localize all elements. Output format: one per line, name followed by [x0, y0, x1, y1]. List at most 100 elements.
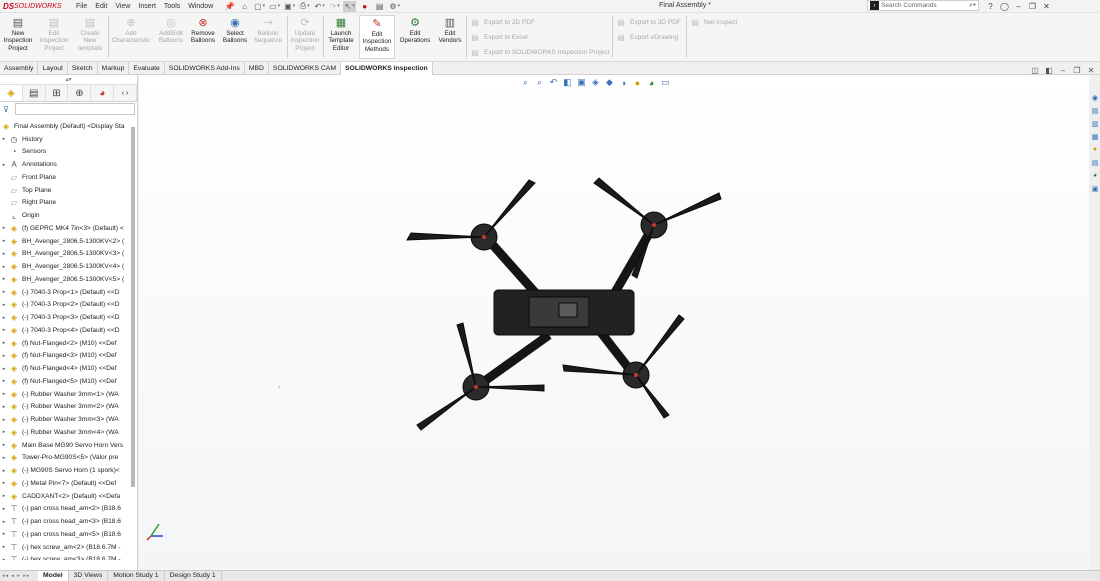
tree-item[interactable]: ▸ ◈ (-) Rubber Washer 3mm<1> (WA [0, 388, 132, 401]
expand-arrow-icon[interactable]: ▸ [0, 455, 8, 461]
new-document-icon[interactable]: ▢ ▾ [253, 1, 266, 12]
edit-vendors-button[interactable]: ▥ Edit Vendors [435, 15, 465, 59]
open-folder-icon[interactable]: ▭ ▾ [268, 1, 281, 12]
expand-arrow-icon[interactable]: ▸ [0, 340, 8, 346]
balloon-sequence-button[interactable]: ⇢ Balloon Sequence [251, 15, 285, 59]
expand-arrow-icon[interactable]: ▸ [0, 544, 8, 550]
tree-item[interactable]: ▸ ◈ BH_Avenger_2806.5-1300KV<3> ( [0, 248, 132, 261]
tree-item[interactable]: ▸ ◷ History [0, 133, 132, 146]
graphics-area[interactable]: › [139, 75, 1089, 570]
edit-inspection-project-button[interactable]: ▤ Edit Inspection Project [38, 15, 70, 59]
tree-item[interactable]: ▸ ◈ (f) Nut-Flanged<4> (M10) <<Def [0, 362, 132, 375]
tab-solidworks-inspection[interactable]: SOLIDWORKS Inspection [341, 62, 433, 75]
zoom-to-fit-icon[interactable]: ⌕ [520, 77, 531, 88]
export-2d-pdf-button[interactable]: ▤ Export to 2D PDF [470, 17, 535, 27]
tree-item[interactable]: ▸ ◈ (-) Rubber Washer 3mm<3> (WA [0, 413, 132, 426]
help-icon[interactable]: ? [985, 2, 996, 11]
tree-item[interactable]: ▸ ◈ (-) MG90S Servo Horn (1 spork)< [0, 464, 132, 477]
user-account-icon[interactable]: ◯ [999, 2, 1010, 11]
search-commands-box[interactable]: › Search Commands ⌕▾ [867, 0, 979, 11]
tree-item[interactable]: ▸ ⊤ (-) hex screw_am<3> (B18.6.7M - [0, 554, 132, 560]
tab-evaluate[interactable]: Evaluate [129, 62, 165, 75]
home-icon[interactable]: ⌂ [238, 1, 251, 12]
panel-collapse-handle[interactable]: ▴▾ [0, 75, 137, 85]
tree-item[interactable]: ▸ ◈ (-) 7040-3 Prop<3> (Default) <<D [0, 311, 132, 324]
tree-item[interactable]: ⌞ Origin [0, 209, 132, 222]
tree-filter-input[interactable] [14, 103, 135, 115]
minimize-icon[interactable]: – [1013, 2, 1024, 11]
tab-solidworks-cam[interactable]: SOLIDWORKS CAM [269, 62, 341, 75]
expand-arrow-icon[interactable]: ▸ [0, 315, 8, 321]
close-icon[interactable]: ✕ [1041, 2, 1052, 11]
previous-view-icon[interactable]: ↶ [548, 77, 559, 88]
zoom-to-area-icon[interactable]: ⌕ [534, 77, 545, 88]
tab-markup[interactable]: Markup [98, 62, 130, 75]
add-characteristic-button[interactable]: ⊕ Add Characteristic [110, 15, 152, 59]
expand-arrow-icon[interactable]: ▸ [0, 417, 8, 423]
tree-root[interactable]: ◈ Final Assembly (Default) <Display Sta [0, 120, 132, 133]
expand-arrow-icon[interactable]: ▸ [0, 531, 8, 537]
net-inspect-button[interactable]: ▤ Net-Inspect [690, 17, 737, 27]
search-input[interactable]: Search Commands [881, 2, 969, 9]
menu-item-view[interactable]: View [111, 3, 134, 10]
view-orientation-icon[interactable]: ◈ [590, 77, 601, 88]
expand-arrow-icon[interactable]: ▸ [0, 264, 8, 270]
dimxpert-tab-icon[interactable]: ⊕ [68, 85, 92, 101]
more-tabs-chevron-icon[interactable]: ‹ › [114, 85, 137, 101]
tree-item[interactable]: ▸ ◈ BH_Avenger_2806.5-1300KV<4> ( [0, 260, 132, 273]
tree-item[interactable]: ▸ ◈ (f) Nut-Flanged<5> (M10) <<Def [0, 375, 132, 388]
window-split-icon[interactable]: ◧ [1044, 66, 1054, 75]
expand-arrow-icon[interactable]: ▸ [0, 276, 8, 282]
add-edit-balloons-button[interactable]: ◎ Add/Edit Balloons [155, 15, 187, 59]
select-cursor-icon[interactable]: ↖ ▾ [343, 0, 357, 12]
tree-item[interactable]: ▸ ◈ (-) Rubber Washer 3mm<4> (WA [0, 426, 132, 439]
viewport-minimize-icon[interactable]: – [1058, 66, 1068, 75]
expand-arrow-icon[interactable]: ▸ [0, 391, 8, 397]
traffic-light-icon[interactable]: ● [358, 1, 371, 12]
expand-arrow-icon[interactable]: ▸ [0, 136, 8, 142]
tree-item[interactable]: ▸ A Annotations [0, 158, 132, 171]
filter-icon[interactable]: ⊽ [3, 105, 9, 114]
tree-item[interactable]: ▸ ◈ (-) Metal Pin<7> (Default) <<Def [0, 477, 132, 490]
view-settings-icon[interactable]: ▭ [660, 77, 671, 88]
hide-show-items-icon[interactable]: ◑ [618, 78, 629, 88]
options-gear-icon[interactable]: ⚙ ▾ [388, 1, 401, 12]
edit-appearance-icon[interactable]: ● [632, 78, 643, 88]
featuremanager-tab-icon[interactable]: ◈ [0, 85, 23, 101]
tree-item[interactable]: ▸ ◈ (-) Rubber Washer 3mm<2> (WA [0, 401, 132, 414]
tree-item[interactable]: ▸ ◈ (-) 7040-3 Prop<1> (Default) <<D [0, 286, 132, 299]
export-excel-button[interactable]: ▤ Export to Excel [470, 32, 528, 42]
select-balloons-button[interactable]: ◉ Select Balloons [219, 15, 251, 59]
print-icon[interactable]: ⎙ ▾ [298, 1, 311, 12]
export-3d-pdf-button[interactable]: ▤ Export to 3D PDF [616, 17, 681, 27]
edit-inspection-methods-button[interactable]: ✎ Edit Inspection Methods [359, 15, 395, 59]
expand-arrow-icon[interactable]: ▸ [0, 353, 8, 359]
tab-layout[interactable]: Layout [38, 62, 68, 75]
propertymanager-tab-icon[interactable]: ▤ [23, 85, 46, 101]
tree-item[interactable]: ▸ ⊤ (-) hex screw_am<2> (B18.6.7M - [0, 541, 132, 554]
viewport-restore-icon[interactable]: ❐ [1072, 66, 1082, 75]
tree-item[interactable]: ▸ ⊤ (-) pan cross head_am<5> (B18.6 [0, 528, 132, 541]
tree-item[interactable]: ▸ ◈ CADDXANT<2> (Default) <<Defa [0, 490, 132, 503]
expand-arrow-icon[interactable]: ▸ [0, 480, 8, 486]
expand-arrow-icon[interactable]: ▸ [0, 506, 8, 512]
update-inspection-project-button[interactable]: ⟳ Update Inspection Project [289, 15, 321, 59]
appearances-icon[interactable]: ● [1090, 144, 1100, 155]
expand-arrow-icon[interactable]: ▸ [0, 429, 8, 435]
edit-operations-button[interactable]: ⚙ Edit Operations [397, 15, 433, 59]
three-d-experience-icon[interactable]: ▣ [1090, 183, 1100, 194]
file-properties-icon[interactable]: ▤ [373, 1, 386, 12]
tree-item[interactable]: ▸ ◈ BH_Avenger_2806.5-1300KV<5> ( [0, 273, 132, 286]
tree-item[interactable]: ▸ ◈ (f) Nut-Flanged<2> (M10) <<Def [0, 337, 132, 350]
new-inspection-project-button[interactable]: ▤ New Inspection Project [2, 15, 34, 59]
apply-scene-icon[interactable]: ◕ [646, 78, 657, 88]
menu-item-tools[interactable]: Tools [160, 3, 184, 10]
menu-item-file[interactable]: File [72, 3, 91, 10]
menu-item-window[interactable]: Window [184, 3, 217, 10]
expand-arrow-icon[interactable]: ▸ [0, 557, 8, 560]
solidworks-resources-icon[interactable]: ◉ [1090, 92, 1100, 103]
tree-item[interactable]: ▱ Right Plane [0, 197, 132, 210]
tree-item[interactable]: ▸ ⊤ (-) pan cross head_am<3> (B18.6 [0, 515, 132, 528]
panel-expand-arrow-icon[interactable]: › [278, 385, 280, 391]
expand-arrow-icon[interactable]: ▸ [0, 366, 8, 372]
